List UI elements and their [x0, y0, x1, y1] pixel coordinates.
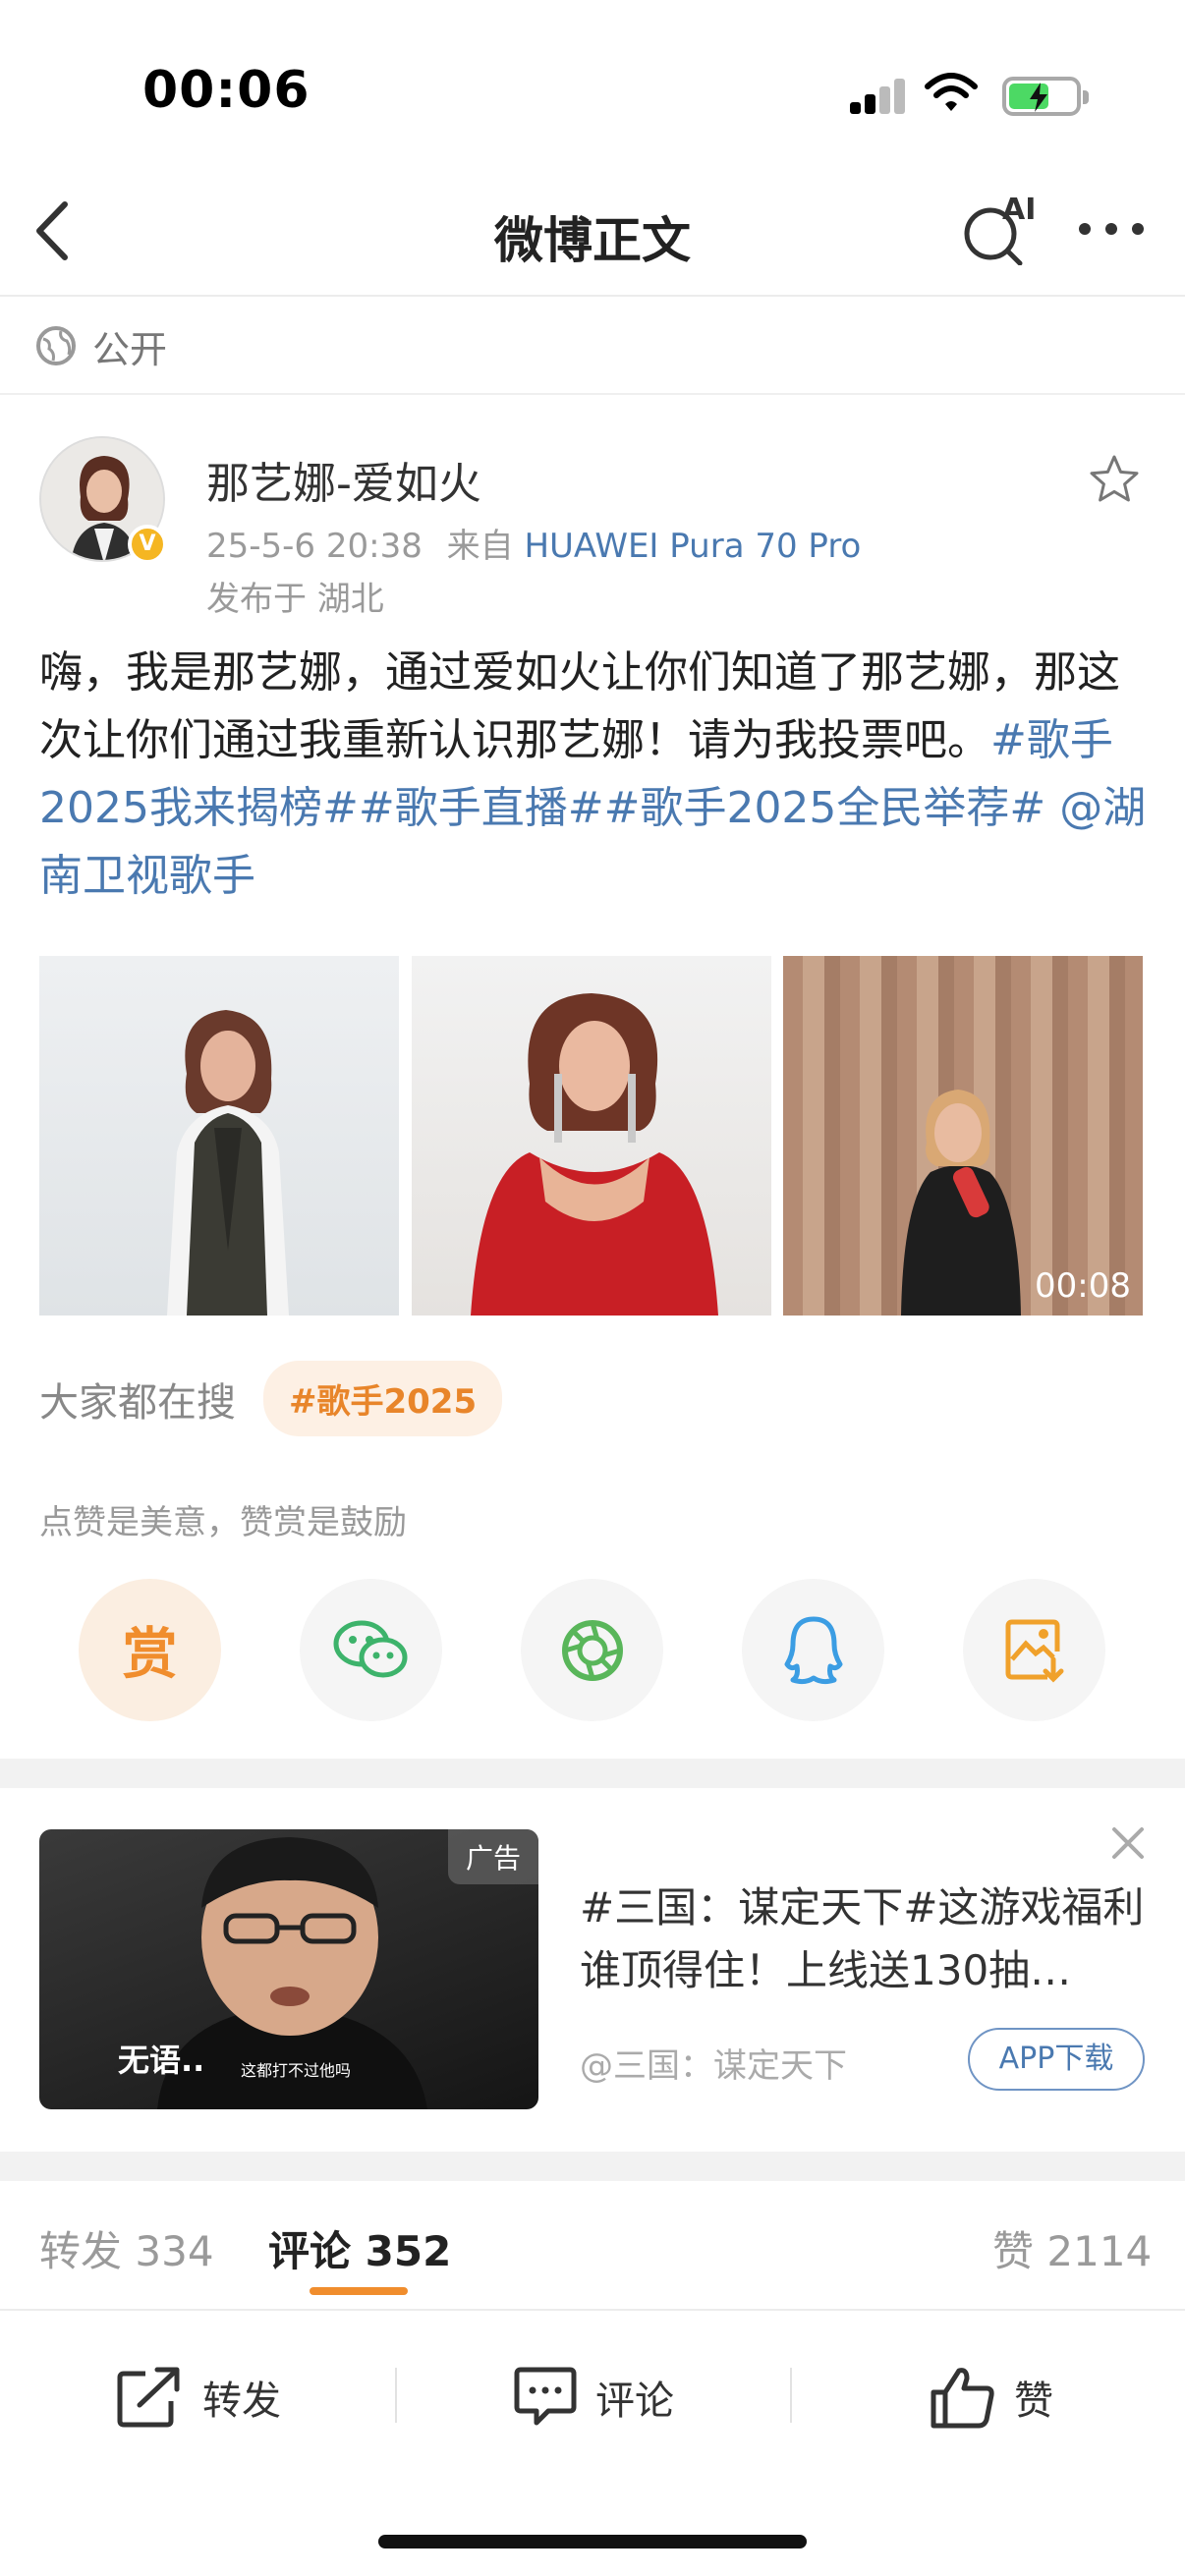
- trending-label: 大家都在搜: [39, 1379, 236, 1426]
- tab-likes[interactable]: 赞 2114: [992, 2218, 1152, 2278]
- tab-likes-label: 赞: [992, 2227, 1035, 2275]
- active-tab-indicator: [310, 2287, 408, 2295]
- cellular-signal-icon: [850, 77, 907, 114]
- reward-button[interactable]: 赏: [79, 1579, 221, 1721]
- status-time: 00:06: [142, 61, 310, 120]
- thumbs-up-icon: [931, 2368, 994, 2429]
- comment-icon: [514, 2367, 577, 2426]
- nav-divider: [0, 295, 1185, 297]
- author-name[interactable]: 那艺娜-爱如火: [206, 448, 481, 511]
- video-duration: 00:08: [1035, 1266, 1131, 1306]
- close-icon[interactable]: [1108, 1823, 1148, 1863]
- share-qq-button[interactable]: [742, 1579, 884, 1721]
- repost-label: 转发: [202, 2379, 281, 2424]
- tab-reposts-count: 334: [135, 2227, 214, 2275]
- tab-comments[interactable]: 评论 352: [268, 2218, 451, 2278]
- ad-source: @三国：谋定天下: [580, 2046, 847, 2086]
- reward-hint: 点赞是美意，赞赏是鼓励: [39, 1503, 407, 1542]
- save-image-icon: [1005, 1619, 1063, 1683]
- wifi-icon: [925, 73, 978, 111]
- trending-search-row: 大家都在搜 #歌手2025: [39, 1361, 503, 1436]
- globe-icon: [36, 326, 76, 365]
- more-options-icon[interactable]: [1077, 214, 1146, 244]
- tab-comments-count: 352: [365, 2227, 452, 2275]
- post-meta: 25-5-6 20:38 来自 HUAWEI Pura 70 Pro: [206, 519, 861, 567]
- tabs-divider: [0, 2309, 1185, 2311]
- device-link[interactable]: HUAWEI Pura 70 Pro: [524, 527, 861, 566]
- battery-icon: [1002, 77, 1089, 116]
- comment-button[interactable]: 评论: [513, 2358, 674, 2436]
- tab-likes-count: 2114: [1046, 2227, 1153, 2275]
- ad-subcaption: 这都打不过他吗: [241, 2061, 352, 2080]
- app-download-button[interactable]: APP下载: [968, 2028, 1145, 2091]
- repost-button[interactable]: 转发: [116, 2358, 281, 2436]
- ad-badge: 广告: [447, 1829, 538, 1884]
- post-image-1[interactable]: [39, 956, 399, 1316]
- like-button[interactable]: 赞: [930, 2358, 1053, 2436]
- visibility-row: 公开: [35, 316, 167, 375]
- post-time: 25-5-6 20:38: [206, 527, 423, 566]
- post-video[interactable]: 00:08: [783, 956, 1143, 1316]
- share-moments-button[interactable]: [521, 1579, 663, 1721]
- tab-reposts[interactable]: 转发 334: [39, 2218, 214, 2278]
- comment-label: 评论: [595, 2379, 674, 2424]
- post-body: 嗨，我是那艺娜，通过爱如火让你们知道了那艺娜，那这次让你们通过我重新认识那艺娜！…: [39, 647, 1120, 765]
- post-location: 发布于 湖北: [206, 580, 384, 619]
- ad-caption: 无语..: [118, 2042, 205, 2079]
- source-prefix: 来自: [446, 527, 514, 566]
- save-image-button[interactable]: [963, 1579, 1105, 1721]
- ad-image[interactable]: 广告 无语.. 这都打不过他吗: [39, 1829, 538, 2109]
- like-label: 赞: [1014, 2379, 1053, 2424]
- hashtag-link[interactable]: #歌手直播#: [359, 783, 604, 833]
- reward-icon: 赏: [122, 1623, 178, 1687]
- divider: [790, 2368, 792, 2423]
- trending-chip[interactable]: #歌手2025: [263, 1361, 503, 1436]
- repost-icon: [117, 2367, 180, 2428]
- divider: [395, 2368, 397, 2423]
- ad-title[interactable]: #三国：谋定天下#这游戏福利谁顶得住！上线送130抽…: [580, 1876, 1150, 2002]
- post-image-2[interactable]: [412, 956, 771, 1316]
- post-text: 嗨，我是那艺娜，通过爱如火让你们知道了那艺娜，那这次让你们通过我重新认识那艺娜！…: [39, 639, 1150, 910]
- wechat-icon: [333, 1620, 407, 1677]
- hashtag-link[interactable]: #歌手2025全民举荐#: [604, 783, 1046, 833]
- qq-icon: [784, 1616, 842, 1684]
- tab-comments-label: 评论: [268, 2227, 352, 2275]
- moments-icon: [561, 1619, 623, 1681]
- share-wechat-button[interactable]: [300, 1579, 442, 1721]
- verified-badge-icon: V: [128, 525, 167, 564]
- favorite-star-icon[interactable]: [1087, 452, 1142, 507]
- section-separator: [0, 1759, 1185, 1788]
- ai-search-button[interactable]: AI: [961, 193, 1040, 266]
- home-indicator[interactable]: [378, 2535, 807, 2548]
- ai-label: AI: [1002, 193, 1037, 227]
- section-separator: [0, 2152, 1185, 2181]
- visibility-label: 公开: [92, 327, 168, 371]
- tab-reposts-label: 转发: [39, 2227, 123, 2275]
- divider: [0, 393, 1185, 395]
